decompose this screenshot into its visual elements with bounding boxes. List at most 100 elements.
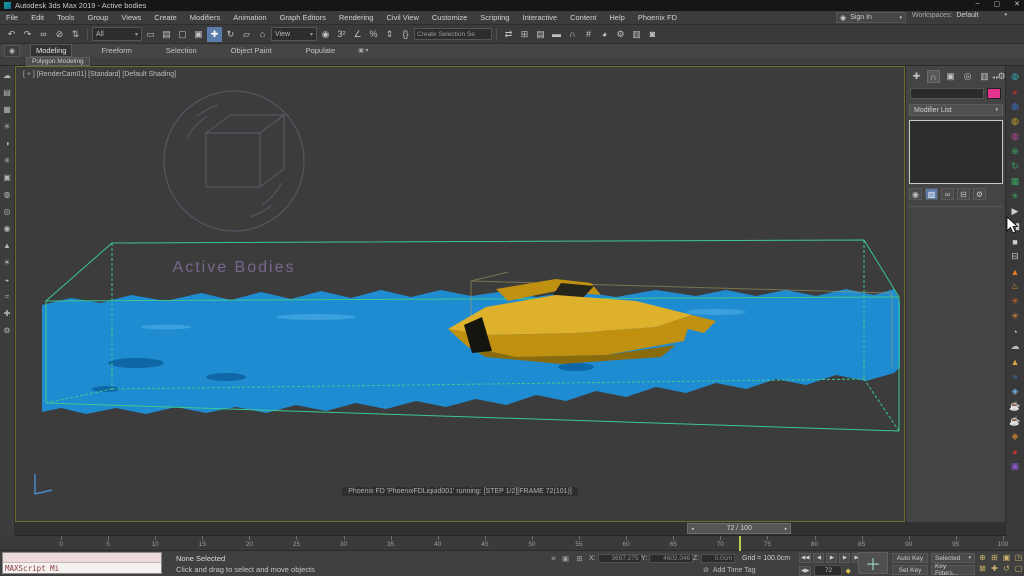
stop-simulation-button[interactable]: ■ — [1009, 235, 1022, 248]
maxscript-macro-row[interactable] — [3, 553, 161, 563]
workspace-dropdown[interactable]: Default ▾ — [956, 12, 1007, 19]
contrast-icon[interactable]: ◒ — [2, 274, 13, 285]
x-coordinate-field[interactable]: 3697.275 — [598, 554, 642, 563]
gear-icon[interactable]: ⚙ — [2, 325, 13, 336]
named-selection-sets-input[interactable] — [414, 28, 492, 40]
zoom-extents-icon[interactable]: ▣ — [1001, 552, 1012, 563]
select-place-icon[interactable]: ⌂ — [255, 27, 270, 42]
cp-tab-modify[interactable]: ∩ — [927, 70, 940, 83]
render-setup-icon[interactable]: ⚙ — [613, 27, 628, 42]
ribbon-config-icon[interactable]: ▣ ▾ — [358, 47, 368, 54]
modifier-list-dropdown[interactable]: Modifier List ▾ — [909, 104, 1003, 116]
field-of-view-icon[interactable]: ⊠ — [977, 563, 988, 574]
phoenix-turbine-icon[interactable]: ✳ — [1009, 190, 1022, 203]
preset-ink-icon[interactable]: ◆ — [1009, 430, 1022, 443]
set-key-button[interactable]: Set Key — [892, 565, 928, 575]
add-keyframe-button[interactable]: ＋ — [858, 552, 888, 574]
zoom-icon[interactable]: ⊕ — [977, 552, 988, 563]
zoom-extents-all-icon[interactable]: ◳ — [1013, 552, 1024, 563]
cloud-icon[interactable]: ☁ — [2, 70, 13, 81]
preset-burst-icon[interactable]: ✳ — [1009, 310, 1022, 323]
menu-graph-editors[interactable]: Graph Editors — [280, 13, 326, 22]
phoenix-particle-icon[interactable]: ◍ — [1009, 130, 1022, 143]
remove-modifier-button[interactable]: ⊟ — [957, 188, 970, 200]
add-time-tag-button[interactable]: ⊘ Add Time Tag — [703, 566, 756, 574]
select-object-icon[interactable]: ▭ — [143, 27, 158, 42]
starburst-icon[interactable]: ✳ — [2, 121, 13, 132]
list-icon[interactable]: ▦ — [2, 104, 13, 115]
pan-icon[interactable]: ✚ — [989, 563, 1000, 574]
menu-scripting[interactable]: Scripting — [480, 13, 509, 22]
brush-icon[interactable]: ✚ — [2, 308, 13, 319]
rendered-frame-icon[interactable]: ▥ — [629, 27, 644, 42]
cp-tab-create[interactable]: ✚ — [910, 70, 923, 83]
menu-group[interactable]: Group — [88, 13, 109, 22]
phoenix-node-icon[interactable]: ⊕ — [1009, 145, 1022, 158]
selection-lock-icon[interactable]: ▣ — [560, 553, 571, 564]
waves-icon[interactable]: ≈ — [2, 291, 13, 302]
viewport[interactable]: [ + ] [RenderCam01] [Standard] [Default … — [15, 66, 905, 522]
cp-tab-display[interactable]: ▥ — [978, 70, 991, 83]
go-to-start-button[interactable]: ◀◀ — [799, 553, 811, 563]
menu-content[interactable]: Content — [570, 13, 596, 22]
delete-cache-button[interactable]: ⊟ — [1009, 250, 1022, 263]
schematic-view-icon[interactable]: # — [581, 27, 596, 42]
bind-spacewarp-icon[interactable]: ⇅ — [68, 27, 83, 42]
title-bar[interactable]: Autodesk 3ds Max 2019 - Active bodies –▢… — [0, 0, 1024, 11]
isolate-selection-icon[interactable]: ✕ — [548, 553, 559, 564]
menu-interactive[interactable]: Interactive — [522, 13, 557, 22]
next-frame-button[interactable]: ▶ — [839, 553, 850, 563]
key-icon[interactable]: ◆ — [845, 567, 850, 575]
redo-icon[interactable]: ↷ — [20, 27, 35, 42]
menu-customize[interactable]: Customize — [432, 13, 467, 22]
menu-tools[interactable]: Tools — [57, 13, 75, 22]
ribbon-tab-object-paint[interactable]: Object Paint — [226, 45, 277, 56]
menu-animation[interactable]: Animation — [233, 13, 266, 22]
viewport-label[interactable]: [ + ] [RenderCam01] [Standard] [Default … — [23, 71, 176, 78]
select-by-name-icon[interactable]: ▤ — [159, 27, 174, 42]
polygon-modeling-panel-button[interactable]: Polygon Modeling — [26, 57, 90, 66]
eye-icon[interactable]: ◉ — [4, 45, 20, 57]
menu-edit[interactable]: Edit — [31, 13, 44, 22]
select-scale-icon[interactable]: ▱ — [239, 27, 254, 42]
ribbon-tab-modeling[interactable]: Modeling — [30, 44, 72, 57]
maxscript-mini-listener[interactable]: MAXScript Mi — [2, 552, 162, 574]
ribbon-tab-selection[interactable]: Selection — [161, 45, 202, 56]
menu-rendering[interactable]: Rendering — [339, 13, 374, 22]
preset-purple-icon[interactable]: ▣ — [1009, 460, 1022, 473]
use-pivot-center-icon[interactable]: ◉ — [318, 27, 333, 42]
preset-beer-icon[interactable]: ☕ — [1009, 400, 1022, 413]
selection-filter-dropdown[interactable]: All ▾ — [92, 27, 142, 41]
select-rotate-icon[interactable]: ↻ — [223, 27, 238, 42]
z-coordinate-field[interactable]: 0.0cm — [701, 554, 735, 563]
preset-smoke-icon[interactable]: ☁ — [1009, 340, 1022, 353]
select-link-icon[interactable]: ∞ — [36, 27, 51, 42]
window-crossing-icon[interactable]: ▣ — [191, 27, 206, 42]
menu-file[interactable]: File — [6, 13, 18, 22]
material-editor-icon[interactable]: ◕ — [597, 27, 612, 42]
make-unique-button[interactable]: ∞ — [941, 188, 954, 200]
dome-icon[interactable]: ◍ — [2, 189, 13, 200]
maximize-viewport-icon[interactable]: ▢ — [1013, 563, 1024, 574]
layer-manager-icon[interactable]: ▤ — [533, 27, 548, 42]
percent-snap-icon[interactable]: % — [366, 27, 381, 42]
phoenix-grid-icon[interactable]: ▦ — [1009, 175, 1022, 188]
angle-snap-icon[interactable]: ∠ — [350, 27, 365, 42]
render-production-icon[interactable]: ◙ — [645, 27, 660, 42]
phoenix-source-icon[interactable]: ◍ — [1009, 100, 1022, 113]
half-circle-icon[interactable]: ◑ — [2, 138, 13, 149]
rect-selection-region-icon[interactable]: ▢ — [175, 27, 190, 42]
close-button[interactable]: ✕ — [1014, 0, 1020, 8]
mountain-icon[interactable]: ▲ — [2, 240, 13, 251]
orbit-icon[interactable]: ↺ — [1001, 563, 1012, 574]
undo-icon[interactable]: ↶ — [4, 27, 19, 42]
phoenix-fire-sim-icon[interactable]: ● — [1009, 85, 1022, 98]
show-end-result-button[interactable]: ▥ — [925, 188, 938, 200]
minimize-button[interactable]: – — [976, 0, 980, 8]
preset-flame-icon[interactable]: ▲ — [1009, 265, 1022, 278]
select-move-icon[interactable]: ✚ — [207, 27, 222, 42]
absolute-mode-icon[interactable]: ⊞ — [574, 553, 585, 564]
eye-icon[interactable]: ◉ — [2, 223, 13, 234]
sun-icon[interactable]: ☀ — [2, 257, 13, 268]
named-selection-sets-icon[interactable]: {} — [398, 27, 413, 42]
